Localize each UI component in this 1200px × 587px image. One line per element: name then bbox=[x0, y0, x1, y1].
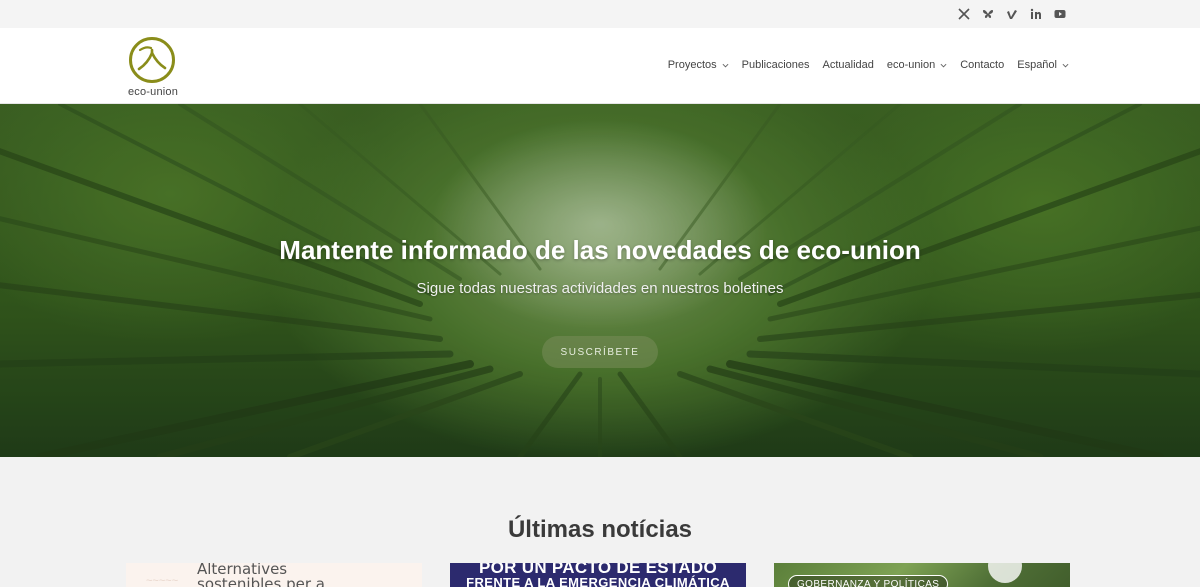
bluesky-icon[interactable] bbox=[976, 6, 1000, 22]
youtube-icon[interactable] bbox=[1048, 6, 1072, 22]
logo-mark-icon bbox=[129, 37, 175, 83]
card-headline-line: sostenibles per a bbox=[197, 575, 325, 587]
site-header: eco-union Proyectos Publicaciones Actual… bbox=[0, 28, 1200, 104]
top-bar bbox=[0, 0, 1200, 28]
site-logo[interactable]: eco-union bbox=[126, 36, 180, 98]
hero-subtitle: Sigue todas nuestras actividades en nues… bbox=[416, 280, 784, 297]
linkedin-icon[interactable] bbox=[1024, 6, 1048, 22]
nav-label: Contacto bbox=[960, 59, 1005, 71]
nav-label: Proyectos bbox=[667, 59, 717, 71]
logo-text: eco-union bbox=[127, 86, 179, 98]
nav-label: Actualidad bbox=[822, 59, 874, 71]
news-section-title: Últimas notícias bbox=[507, 516, 693, 543]
card-decoration bbox=[988, 563, 1022, 583]
chevron-down-icon bbox=[940, 63, 947, 67]
nav-label: eco-union bbox=[886, 59, 936, 71]
nav-item-eco-union[interactable]: eco-union bbox=[887, 59, 947, 71]
card-headline: Alternatives sostenibles per a bbox=[197, 563, 325, 587]
news-card[interactable]: GOBERNANZA Y POLÍTICAS bbox=[774, 563, 1070, 587]
nav-item-language[interactable]: Español bbox=[1017, 59, 1069, 71]
card-decoration: ~~~~~ bbox=[146, 575, 179, 587]
nav-item-contacto[interactable]: Contacto bbox=[960, 59, 1004, 71]
chevron-down-icon bbox=[722, 63, 729, 67]
x-twitter-icon[interactable] bbox=[952, 6, 976, 22]
social-links bbox=[952, 6, 1072, 22]
category-tag: GOBERNANZA Y POLÍTICAS bbox=[788, 575, 949, 587]
nav-label: Español bbox=[1017, 59, 1057, 71]
nav-item-publicaciones[interactable]: Publicaciones bbox=[742, 59, 810, 71]
main-nav: Proyectos Publicaciones Actualidad eco-u… bbox=[655, 59, 1069, 71]
nav-item-actualidad[interactable]: Actualidad bbox=[823, 59, 874, 71]
vimeo-icon[interactable] bbox=[1000, 6, 1024, 22]
subscribe-button[interactable]: SUSCRÍBETE bbox=[542, 336, 658, 368]
card-headline-line: FRENTE A LA EMERGENCIA CLIMÁTICA bbox=[466, 575, 730, 587]
hero-banner: Mantente informado de las novedades de e… bbox=[0, 104, 1200, 457]
hero-title: Mantente informado de las novedades de e… bbox=[279, 235, 921, 265]
chevron-down-icon bbox=[1062, 63, 1069, 67]
news-card[interactable]: ~~~~~ Alternatives sostenibles per a bbox=[126, 563, 422, 587]
nav-item-proyectos[interactable]: Proyectos bbox=[668, 59, 729, 71]
news-card[interactable]: POR UN PACTO DE ESTADO FRENTE A LA EMERG… bbox=[450, 563, 746, 587]
nav-label: Publicaciones bbox=[741, 59, 810, 71]
